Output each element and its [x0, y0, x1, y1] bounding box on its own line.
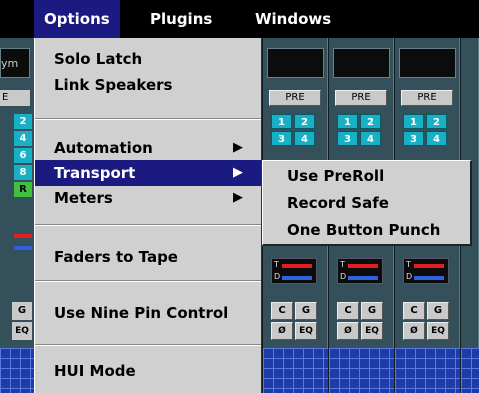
menu-plugins[interactable]: Plugins [140, 0, 222, 38]
trim-d-label: D [406, 272, 413, 281]
menu-item-automation[interactable]: Automation ▶ [35, 135, 261, 161]
trim-d-label: D [340, 272, 347, 281]
io-button[interactable]: 1 [271, 114, 292, 129]
eq-button[interactable]: EQ [361, 322, 383, 340]
menu-item-one-button-punch[interactable]: One Button Punch [263, 217, 470, 243]
submenu-arrow-icon: ▶ [233, 165, 243, 180]
g-button[interactable]: G [295, 302, 317, 320]
pre-button[interactable]: PRE [335, 90, 387, 106]
menu-separator [35, 280, 261, 282]
transport-submenu: Use PreRoll Record Safe One Button Punch [262, 160, 472, 246]
menu-item-use-preroll[interactable]: Use PreRoll [263, 163, 470, 189]
group-button[interactable]: G [12, 302, 32, 320]
phase-button[interactable]: Ø [271, 322, 293, 340]
eq-button[interactable]: EQ [12, 322, 32, 340]
eq-button[interactable]: EQ [427, 322, 449, 340]
menu-item-label: Link Speakers [54, 76, 173, 94]
pre-button[interactable]: PRE [401, 90, 453, 106]
menu-item-label: Meters [54, 189, 113, 207]
menu-item-label: Solo Latch [54, 50, 143, 68]
channel-name-box: ym [0, 48, 30, 78]
io-button[interactable]: 4 [426, 131, 447, 146]
io-button[interactable]: 2 [426, 114, 447, 129]
menu-windows[interactable]: Windows [245, 0, 341, 38]
menu-bar: Options Plugins Windows [0, 0, 479, 38]
channel-name: ym [1, 57, 19, 70]
trim-meter: T D [337, 258, 383, 284]
trim-t-label: T [340, 260, 345, 269]
io-button-grid: 1 2 3 4 [337, 114, 383, 148]
io-button[interactable]: 3 [403, 131, 424, 146]
menu-item-solo-latch[interactable]: Solo Latch [35, 46, 261, 72]
menu-item-label: Use Nine Pin Control [54, 304, 229, 322]
menu-item-link-speakers[interactable]: Link Speakers [35, 72, 261, 98]
io-button-grid: 1 2 3 4 [403, 114, 449, 148]
menu-item-meters[interactable]: Meters ▶ [35, 185, 261, 211]
menu-item-record-safe[interactable]: Record Safe [263, 190, 470, 216]
menu-item-label: Faders to Tape [54, 248, 178, 266]
meter-bar-red [414, 264, 444, 268]
meter-bar-blue [14, 246, 32, 250]
io-button[interactable]: 3 [337, 131, 358, 146]
io-button-grid: 1 2 3 4 [271, 114, 317, 148]
meter-bar-red [348, 264, 378, 268]
meter-bar-blue [348, 276, 378, 280]
c-button[interactable]: C [403, 302, 425, 320]
io-button[interactable]: 8 [14, 165, 32, 180]
menu-separator [35, 224, 261, 226]
phase-button[interactable]: Ø [337, 322, 359, 340]
menu-item-faders-to-tape[interactable]: Faders to Tape [35, 244, 261, 270]
trim-d-label: D [274, 272, 281, 281]
channel-name-box [333, 48, 390, 78]
eq-button[interactable]: EQ [295, 322, 317, 340]
meter-bar-red [282, 264, 312, 268]
io-button[interactable]: 6 [14, 148, 32, 163]
meter-bar-blue [414, 276, 444, 280]
io-button[interactable]: 2 [294, 114, 315, 129]
fader-area[interactable] [395, 348, 461, 393]
record-button[interactable]: R [14, 182, 32, 197]
io-button[interactable]: 4 [360, 131, 381, 146]
trim-meter: T D [403, 258, 449, 284]
io-button[interactable]: 4 [14, 131, 32, 146]
meter-bar-red [14, 234, 32, 238]
menu-item-label: HUI Mode [54, 362, 136, 380]
menu-separator [35, 344, 261, 346]
trim-t-label: T [274, 260, 279, 269]
phase-button[interactable]: Ø [403, 322, 425, 340]
io-button[interactable]: 1 [337, 114, 358, 129]
mixer-strip-partial: ym E 2 4 6 8 R G EQ [0, 38, 34, 393]
menu-options[interactable]: Options [34, 0, 120, 38]
io-button[interactable]: 2 [14, 114, 32, 129]
io-button[interactable]: 3 [271, 131, 292, 146]
fader-area[interactable] [461, 348, 479, 393]
g-button[interactable]: G [427, 302, 449, 320]
menu-item-transport[interactable]: Transport ▶ [35, 160, 261, 186]
fader-area[interactable] [329, 348, 395, 393]
g-button[interactable]: G [361, 302, 383, 320]
menu-item-label: Transport [54, 164, 136, 182]
io-button[interactable]: 2 [360, 114, 381, 129]
menu-item-hui-mode[interactable]: HUI Mode [35, 358, 261, 384]
meter-bar-blue [282, 276, 312, 280]
submenu-arrow-icon: ▶ [233, 190, 243, 205]
trim-t-label: T [406, 260, 411, 269]
options-menu: Solo Latch Link Speakers Automation ▶ Tra… [34, 38, 262, 393]
trim-meter: T D [271, 258, 317, 284]
io-button[interactable]: 4 [294, 131, 315, 146]
submenu-arrow-icon: ▶ [233, 140, 243, 155]
fader-area[interactable] [0, 348, 34, 393]
channel-name-box [267, 48, 324, 78]
fader-area[interactable] [263, 348, 329, 393]
pre-button[interactable]: PRE [269, 90, 321, 106]
menu-item-label: Automation [54, 139, 153, 157]
c-button[interactable]: C [337, 302, 359, 320]
c-button[interactable]: C [271, 302, 293, 320]
pre-button[interactable]: E [0, 90, 30, 106]
menu-separator [35, 118, 261, 120]
io-button[interactable]: 1 [403, 114, 424, 129]
channel-name-box [399, 48, 456, 78]
menu-item-use-nine-pin-control[interactable]: Use Nine Pin Control [35, 300, 261, 326]
